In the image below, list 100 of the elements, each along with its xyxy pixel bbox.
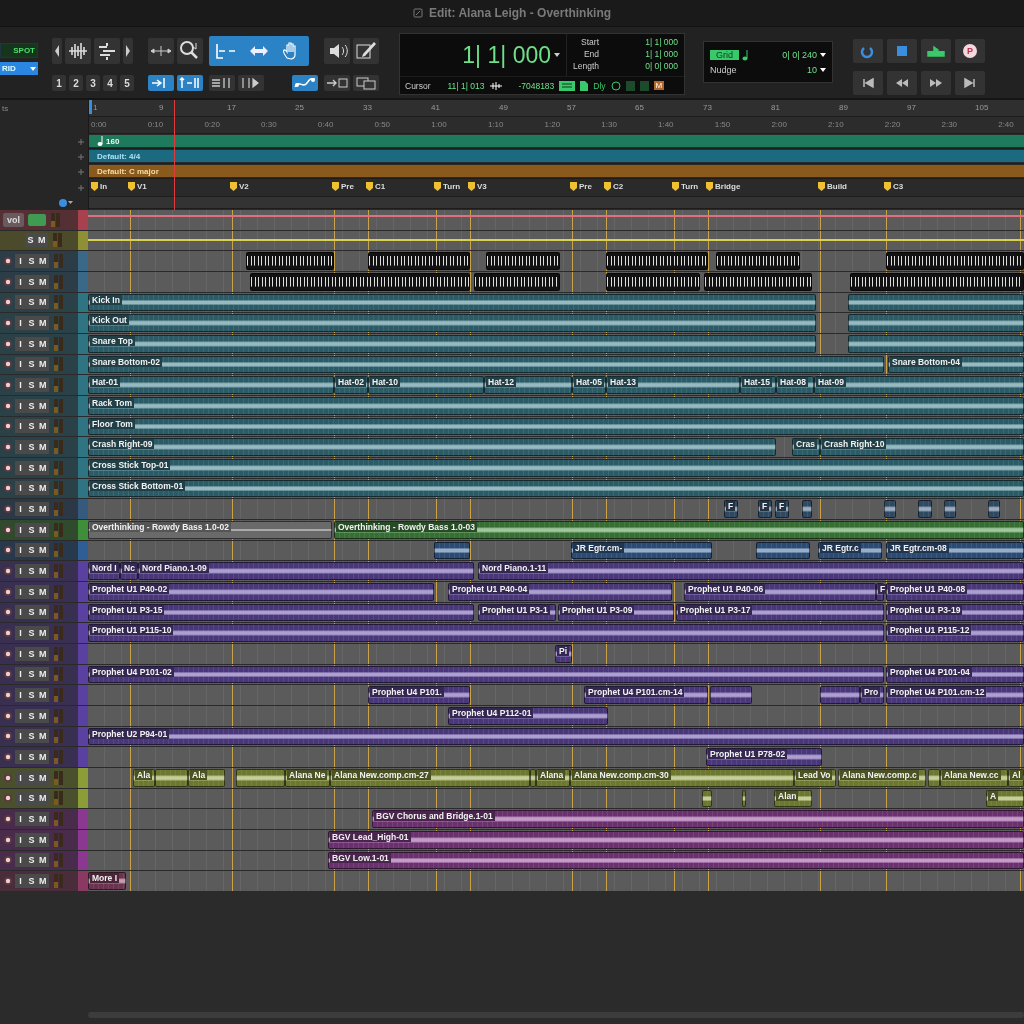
add-icon[interactable] bbox=[78, 185, 84, 191]
midi-clip[interactable] bbox=[474, 273, 560, 291]
audio-clip[interactable] bbox=[848, 293, 1024, 312]
audio-clip[interactable]: Alana Ne bbox=[285, 769, 330, 787]
track-button[interactable]: S bbox=[25, 233, 36, 248]
audio-clip[interactable]: Prophet U1 P40-02 bbox=[88, 583, 434, 601]
arrow-grid-icon[interactable] bbox=[324, 75, 350, 91]
track-button[interactable]: I bbox=[15, 295, 26, 310]
audio-clip[interactable] bbox=[530, 769, 536, 787]
tracks-icon[interactable] bbox=[94, 38, 120, 64]
audio-clip[interactable]: Prophet U1 P3-17 bbox=[676, 603, 884, 622]
track-button[interactable]: I bbox=[15, 584, 26, 599]
audio-clip[interactable] bbox=[742, 789, 746, 808]
pencil-icon[interactable] bbox=[353, 38, 379, 64]
add-icon[interactable] bbox=[78, 138, 84, 145]
audio-clip[interactable]: Hat-08 bbox=[776, 376, 814, 394]
audio-clip[interactable]: F bbox=[876, 583, 884, 601]
audio-clip[interactable]: F bbox=[724, 500, 738, 518]
track-button[interactable]: I bbox=[15, 254, 26, 269]
record-enable-icon[interactable] bbox=[3, 648, 13, 659]
audio-clip[interactable]: Alana New.comp.cm-27 bbox=[330, 769, 530, 787]
toggle-icon[interactable] bbox=[639, 80, 649, 91]
audio-clip[interactable]: Prophet U4 P101. bbox=[368, 686, 470, 704]
record-enable-icon[interactable] bbox=[3, 524, 13, 535]
meter-icon[interactable] bbox=[559, 80, 576, 91]
audio-clip[interactable] bbox=[155, 769, 188, 787]
audio-clip[interactable] bbox=[802, 500, 812, 518]
record-enable-icon[interactable] bbox=[3, 545, 13, 556]
track-button[interactable]: I bbox=[15, 378, 26, 393]
loop-icon[interactable] bbox=[853, 39, 883, 63]
track-button[interactable]: M bbox=[37, 274, 49, 289]
audio-clip[interactable]: F bbox=[775, 500, 789, 518]
track-button[interactable]: S bbox=[26, 832, 37, 847]
track-button[interactable]: M bbox=[37, 522, 49, 537]
bracket-icon[interactable] bbox=[238, 75, 264, 91]
audio-clip[interactable]: Prophet U4 P101-02 bbox=[88, 665, 884, 684]
track-button[interactable]: S bbox=[26, 688, 37, 703]
track-button[interactable]: M bbox=[37, 812, 49, 827]
zoom-preset-button[interactable]: 5 bbox=[120, 75, 134, 91]
audio-clip[interactable]: BGV Low.1-01 bbox=[328, 851, 1024, 870]
track-button[interactable]: S bbox=[26, 274, 37, 289]
track-button[interactable]: S bbox=[26, 398, 37, 413]
record-enable-icon[interactable] bbox=[3, 421, 13, 432]
track-button[interactable]: I bbox=[15, 750, 26, 765]
audio-clip[interactable]: Rack Tom bbox=[88, 397, 1024, 415]
track-button[interactable]: M bbox=[37, 460, 49, 475]
audio-clip[interactable]: Overthinking - Rowdy Bass 1.0-02 bbox=[88, 521, 332, 539]
track-button[interactable]: I bbox=[15, 853, 26, 868]
audio-clip[interactable] bbox=[944, 500, 956, 518]
audio-clip[interactable]: Prophet U1 P40-08 bbox=[886, 583, 1024, 601]
audio-clip[interactable]: Prophet U1 P115-10 bbox=[88, 624, 884, 642]
track-button[interactable]: S bbox=[26, 812, 37, 827]
record-enable-icon[interactable] bbox=[3, 297, 13, 308]
track-button[interactable]: M bbox=[37, 440, 49, 455]
grid-toggle[interactable]: Grid bbox=[710, 50, 739, 60]
track-button[interactable]: I bbox=[15, 460, 26, 475]
audio-clip[interactable]: Ala bbox=[188, 769, 225, 787]
automation-view-button[interactable]: vol bbox=[3, 212, 24, 227]
track-button[interactable]: M bbox=[37, 295, 49, 310]
audio-clip[interactable]: BGV Chorus and Bridge.1-01 bbox=[372, 810, 1024, 828]
track-button[interactable]: S bbox=[26, 522, 37, 537]
audio-clip[interactable]: Floor Tom bbox=[88, 417, 1024, 436]
audio-clip[interactable]: Snare Bottom-02 bbox=[88, 355, 884, 374]
record-enable-icon[interactable] bbox=[3, 380, 13, 391]
record-enable-icon[interactable] bbox=[3, 338, 13, 349]
track-button[interactable]: I bbox=[15, 688, 26, 703]
audio-clip[interactable] bbox=[918, 500, 932, 518]
track-button[interactable]: M bbox=[37, 584, 49, 599]
audio-clip[interactable]: Alan bbox=[774, 789, 812, 808]
record-button[interactable]: P bbox=[963, 44, 977, 58]
record-enable-icon[interactable] bbox=[3, 669, 13, 680]
track-button[interactable]: S bbox=[26, 708, 37, 723]
midi-clip[interactable] bbox=[368, 252, 470, 270]
track-button[interactable]: I bbox=[15, 440, 26, 455]
add-icon[interactable] bbox=[78, 153, 84, 160]
track-button[interactable]: M bbox=[37, 646, 49, 661]
audio-clip[interactable]: Prophet U1 P3-09 bbox=[558, 603, 674, 622]
record-enable-icon[interactable] bbox=[3, 276, 13, 287]
audio-clip[interactable]: Prophet U4 P101.cm-14 bbox=[584, 686, 708, 704]
audio-clip[interactable]: Hat-13 bbox=[606, 376, 740, 394]
audio-clip[interactable]: Cross Stick Bottom-01 bbox=[88, 479, 1024, 498]
track-button[interactable]: S bbox=[26, 481, 37, 496]
track-button[interactable]: S bbox=[26, 543, 37, 558]
add-icon[interactable] bbox=[78, 168, 84, 175]
track-button[interactable]: I bbox=[15, 708, 26, 723]
audio-clip[interactable]: Nord Piano.1-11 bbox=[478, 562, 1024, 580]
audio-clip[interactable]: More I bbox=[88, 872, 126, 890]
tab-icon[interactable] bbox=[177, 75, 203, 91]
marker-flag-icon[interactable] bbox=[818, 182, 825, 191]
record-enable-icon[interactable] bbox=[3, 483, 13, 494]
audio-clip[interactable]: Lead Vo bbox=[794, 769, 836, 787]
audio-clip[interactable]: Prophet U1 P3-15 bbox=[88, 603, 474, 622]
track-button[interactable]: S bbox=[26, 295, 37, 310]
midi-clip[interactable] bbox=[850, 273, 1024, 291]
record-enable-icon[interactable] bbox=[3, 855, 13, 866]
fast-forward-icon[interactable] bbox=[921, 70, 951, 95]
audio-clip[interactable]: F bbox=[758, 500, 772, 518]
go-to-end-icon[interactable] bbox=[955, 70, 985, 95]
track-button[interactable]: M bbox=[37, 605, 49, 620]
record-enable-icon[interactable] bbox=[3, 442, 13, 453]
